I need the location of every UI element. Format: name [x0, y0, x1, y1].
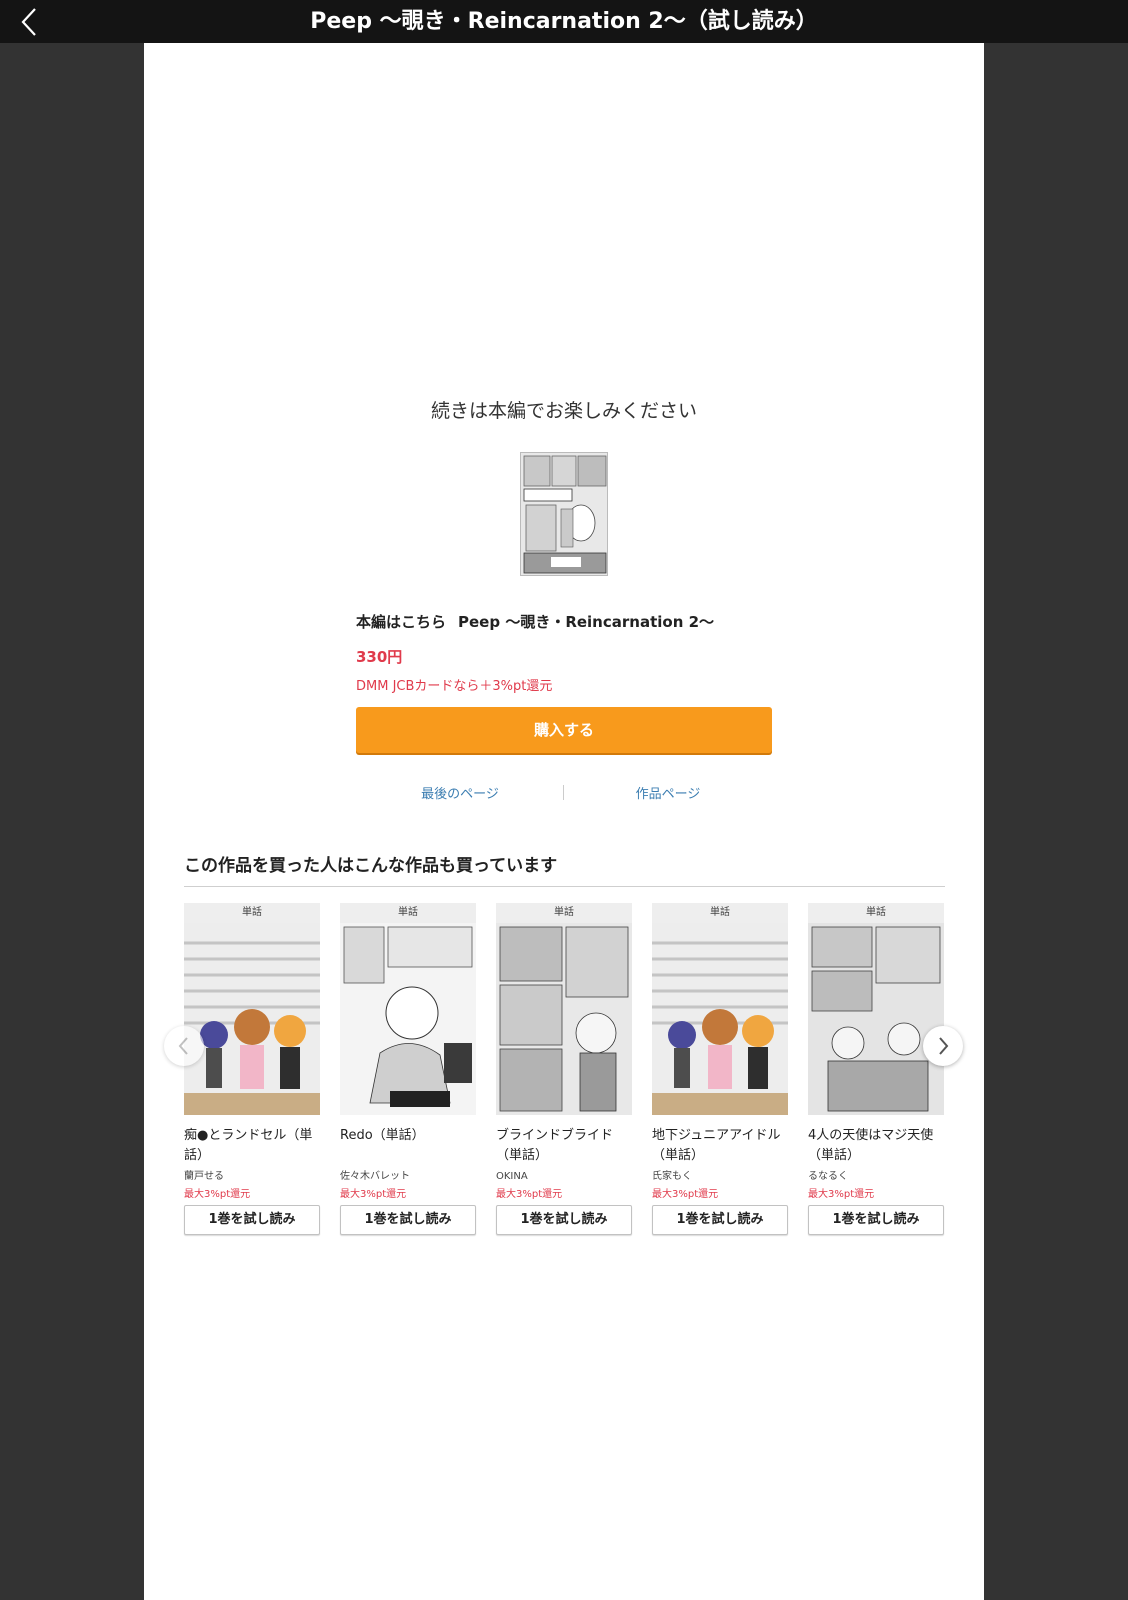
trial-read-button[interactable]: 1巻を試し読み: [496, 1205, 632, 1235]
card-points: 最大3%pt還元: [184, 1189, 251, 1200]
last-page-link[interactable]: 最後のページ: [356, 783, 564, 802]
card-tag: 単話: [652, 903, 788, 923]
point-note: DMM JCBカードなら＋3%pt還元: [356, 679, 553, 694]
card-title[interactable]: 痴●とランドセル（単話）: [184, 1126, 320, 1166]
buy-button[interactable]: 購入する: [356, 707, 772, 753]
card-thumbnail[interactable]: [340, 923, 476, 1115]
top-bar: Peep 〜覗き・Reincarnation 2〜（試し読み）: [0, 0, 1128, 43]
card-thumbnail[interactable]: [184, 923, 320, 1115]
page-links: 最後のページ 作品ページ: [356, 783, 772, 803]
rec-card: 単話 4人の天使はマジ天使（単話） るなるく 最大3%pt還元 1巻を試し読み: [808, 903, 944, 1235]
viewer-page: 続きは本編でお楽しみください 本編はこちら Peep 〜覗き・Reincarnat…: [144, 43, 984, 1600]
card-points: 最大3%pt還元: [496, 1189, 563, 1200]
card-tag: 単話: [340, 903, 476, 923]
card-author[interactable]: OKINA: [496, 1167, 632, 1187]
card-points: 最大3%pt還元: [808, 1189, 875, 1200]
card-author[interactable]: るなるく: [808, 1167, 944, 1187]
trial-read-button[interactable]: 1巻を試し読み: [340, 1205, 476, 1235]
book-cover-image[interactable]: [520, 452, 608, 576]
trial-read-button[interactable]: 1巻を試し読み: [652, 1205, 788, 1235]
heading-divider: [184, 886, 945, 887]
carousel-prev-button[interactable]: [164, 1026, 204, 1066]
carousel-next-button[interactable]: [923, 1026, 963, 1066]
card-tag: 単話: [496, 903, 632, 923]
rec-card: 単話 ブラインドブライド（単話） OKINA 最大3%pt還元 1巻を試し読み: [496, 903, 632, 1235]
chevron-right-icon: [939, 1037, 949, 1055]
main-label: 本編はこちら: [356, 613, 447, 631]
main-work-title[interactable]: 本編はこちら Peep 〜覗き・Reincarnation 2〜: [356, 611, 714, 632]
chevron-left-icon: [178, 1037, 188, 1055]
trial-read-button[interactable]: 1巻を試し読み: [184, 1205, 320, 1235]
card-tag: 単話: [808, 903, 944, 923]
recommendations-heading: この作品を買った人はこんな作品も買っています: [184, 856, 558, 876]
rec-card: 単話 地下ジュニアアイドル（単話） 氏家もく 最大3%pt還元 1巻を試し読み: [652, 903, 788, 1235]
rec-card: 単話 痴●とランドセル（単話） 蘭戸せる 最大3%pt還元 1巻を試し読み: [184, 903, 320, 1235]
card-thumbnail[interactable]: [496, 923, 632, 1115]
card-points: 最大3%pt還元: [340, 1189, 407, 1200]
price: 330円: [356, 648, 403, 666]
continue-message: 続きは本編でお楽しみください: [430, 400, 697, 422]
card-thumbnail[interactable]: [652, 923, 788, 1115]
card-title[interactable]: 4人の天使はマジ天使（単話）: [808, 1126, 944, 1166]
card-thumbnail[interactable]: [808, 923, 944, 1115]
rec-card: 単話 Redo（単話） 佐々木バレット 最大3%pt還元 1巻を試し読み: [340, 903, 476, 1235]
card-tag: 単話: [184, 903, 320, 923]
work-page-link[interactable]: 作品ページ: [564, 783, 772, 802]
card-title[interactable]: ブラインドブライド（単話）: [496, 1126, 632, 1166]
card-author[interactable]: 氏家もく: [652, 1167, 788, 1187]
main-title-text: Peep 〜覗き・Reincarnation 2〜: [458, 613, 715, 631]
card-author[interactable]: 蘭戸せる: [184, 1167, 320, 1187]
card-points: 最大3%pt還元: [652, 1189, 719, 1200]
card-author[interactable]: 佐々木バレット: [340, 1167, 476, 1187]
card-title[interactable]: Redo（単話）: [340, 1126, 476, 1166]
trial-read-button[interactable]: 1巻を試し読み: [808, 1205, 944, 1235]
chevron-left-icon: [21, 8, 36, 36]
card-title[interactable]: 地下ジュニアアイドル（単話）: [652, 1126, 788, 1166]
page-title: Peep 〜覗き・Reincarnation 2〜（試し読み）: [310, 9, 818, 34]
back-button[interactable]: [14, 6, 46, 38]
